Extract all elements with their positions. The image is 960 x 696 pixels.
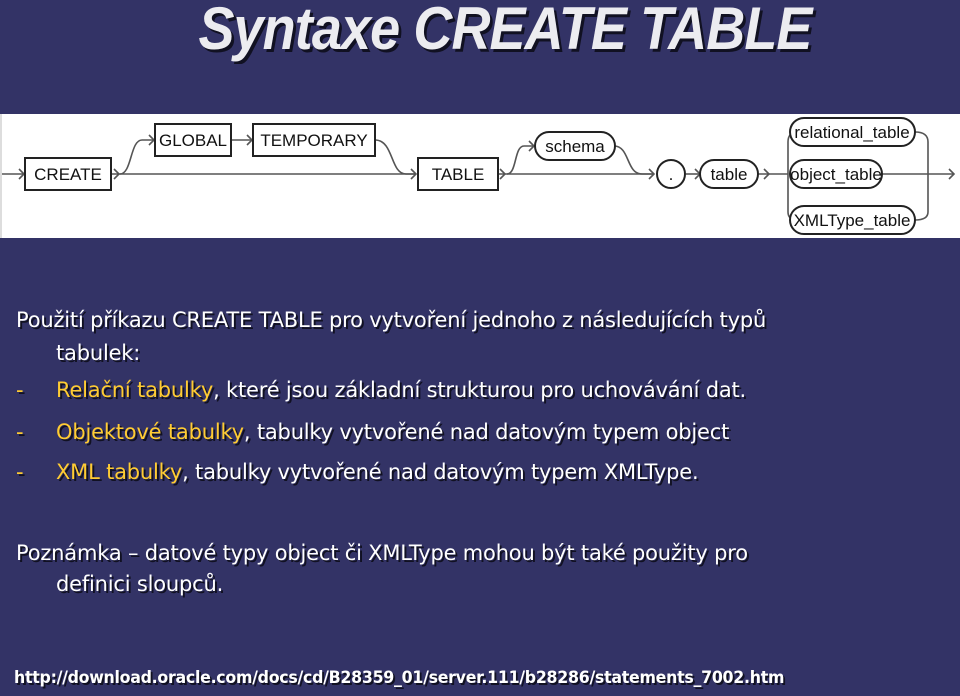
schema-merge-path xyxy=(613,145,654,175)
intro-line-2: tabulek: xyxy=(56,341,141,365)
intro-line-1: Použití příkazu CREATE TABLE pro vytvoře… xyxy=(16,308,767,332)
note-line-2: definici sloupců. xyxy=(56,572,224,596)
temporary-keyword-label: TEMPORARY xyxy=(260,131,367,150)
bullet-text: , tabulky vytvořené nad datovým typem ob… xyxy=(243,420,730,444)
bullet-highlight: Objektové tabulky xyxy=(56,420,244,444)
global-keyword-label: GLOBAL xyxy=(159,131,227,150)
relational-table-term-label: relational_table xyxy=(794,123,909,142)
object-table-term-label: object_table xyxy=(790,165,882,184)
xmltype-table-term-label: XMLType_table xyxy=(794,211,911,230)
schema-term-label: schema xyxy=(545,137,605,156)
table-term-label: table xyxy=(711,165,748,184)
bullet-highlight: Relační tabulky xyxy=(56,378,214,402)
temporary-merge-path xyxy=(374,139,416,175)
bullet-dash: - xyxy=(16,420,24,444)
choice-right-bracket xyxy=(914,131,929,221)
syntax-diagram-svg: CREATE GLOBAL TEMPORARY TABLE schema . t… xyxy=(2,117,956,235)
dot-term-label: . xyxy=(669,165,674,184)
table-keyword-label: TABLE xyxy=(432,165,485,184)
bullet-dash: - xyxy=(16,378,24,402)
syntax-diagram: CREATE GLOBAL TEMPORARY TABLE schema . t… xyxy=(0,114,960,238)
global-branch-path xyxy=(119,139,154,175)
bullet-highlight: XML tabulky xyxy=(56,460,183,484)
bullet-dash: - xyxy=(16,460,24,484)
slide-title: Syntaxe CREATE TABLE xyxy=(198,0,812,62)
source-url-link[interactable]: http://download.oracle.com/docs/cd/B2835… xyxy=(14,668,784,688)
bullet-text: , které jsou základní strukturou pro uch… xyxy=(213,378,746,402)
create-keyword-label: CREATE xyxy=(34,165,102,184)
bullet-text: , tabulky vytvořené nad datovým typem XM… xyxy=(182,460,699,484)
